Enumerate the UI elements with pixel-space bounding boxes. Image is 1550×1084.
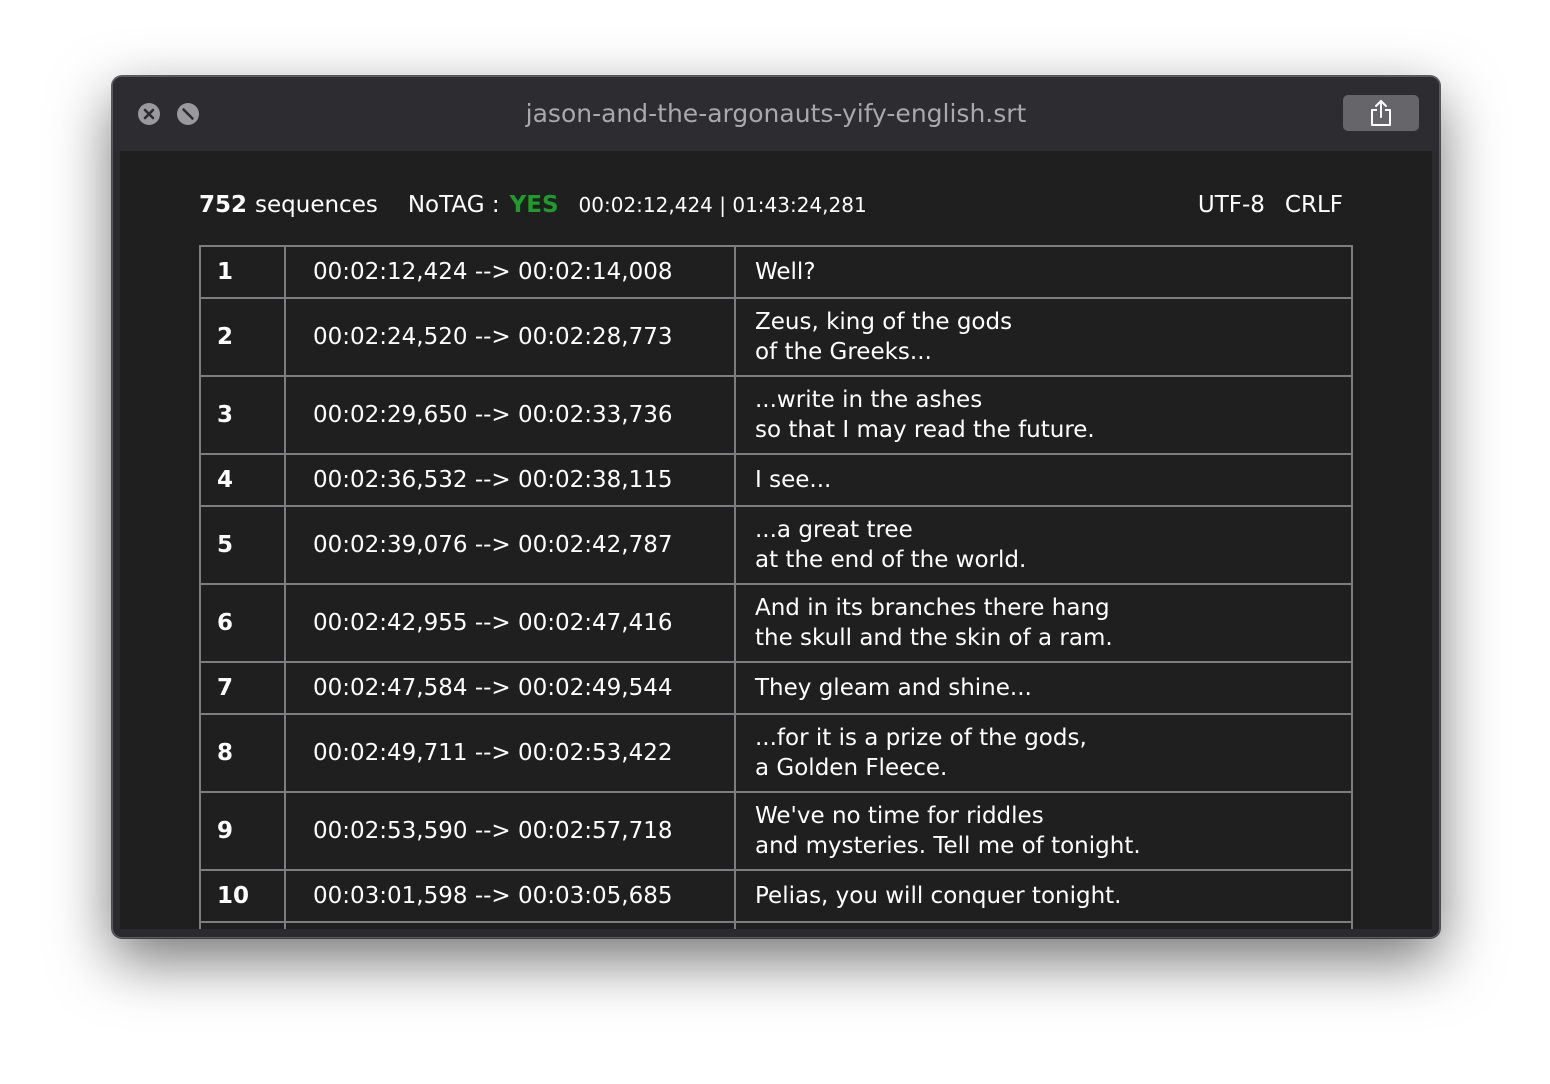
- time-range: 00:02:12,424 | 01:43:24,281: [578, 193, 867, 217]
- subtitle-text: ...a great tree at the end of the world.: [734, 505, 1353, 585]
- subtitle-text: Well?: [734, 245, 1353, 299]
- subtitle-line: so that I may read the future.: [755, 417, 1095, 443]
- table-row: 5 00:02:39,076 --> 00:02:42,787 ...a great…: [199, 505, 1353, 585]
- subtitle-line: ...write in the ashes: [755, 387, 983, 413]
- sequence-number: 6: [199, 583, 286, 663]
- window-title: jason-and-the-argonauts-yify-english.srt: [525, 99, 1027, 128]
- sequence-label: sequences: [255, 192, 378, 218]
- subtitle-line: at the end of the world.: [755, 547, 1027, 573]
- subtitle-text: I see...: [734, 453, 1353, 507]
- minimize-button[interactable]: [177, 103, 199, 125]
- sequence-number: 3: [199, 375, 286, 455]
- table-row: 1 00:02:12,424 --> 00:02:14,008 Well?: [199, 245, 1353, 299]
- subtitle-rows: 1 00:02:12,424 --> 00:02:14,008 Well? 2 00:0…: [199, 245, 1353, 929]
- close-button[interactable]: [138, 103, 160, 125]
- close-icon: [143, 108, 155, 120]
- subtitle-line: And in its branches there hang: [755, 595, 1110, 621]
- sequence-number: 2: [199, 297, 286, 377]
- title-bar[interactable]: jason-and-the-argonauts-yify-english.srt: [113, 77, 1439, 151]
- table-row: [199, 921, 1353, 929]
- subtitle-text: ...write in the ashes so that I may read …: [734, 375, 1353, 455]
- subtitle-line: We've no time for riddles: [755, 803, 1044, 829]
- info-bar: 752 sequences NoTAG : YES 00:02:12,424 |…: [199, 185, 1343, 225]
- subtitle-text: Zeus, king of the gods of the Greeks...: [734, 297, 1353, 377]
- notag-status: YES: [509, 192, 559, 218]
- subtitle-text: Pelias, you will conquer tonight.: [734, 869, 1353, 923]
- sequence-number: 10: [199, 869, 286, 923]
- subtitle-preview[interactable]: 752 sequences NoTAG : YES 00:02:12,424 |…: [120, 151, 1432, 929]
- timecode: 00:02:12,424 --> 00:02:14,008: [284, 245, 736, 299]
- sequence-number: 9: [199, 791, 286, 871]
- subtitle-text: They gleam and shine...: [734, 661, 1353, 715]
- sequence-number: 7: [199, 661, 286, 715]
- sequence-count: 752: [199, 192, 248, 218]
- subtitle-line: Zeus, king of the gods: [755, 309, 1013, 335]
- timecode: 00:02:29,650 --> 00:02:33,736: [284, 375, 736, 455]
- timecode: 00:02:42,955 --> 00:02:47,416: [284, 583, 736, 663]
- file-format-info: UTF-8 CRLF: [1198, 192, 1343, 218]
- timecode: 00:02:39,076 --> 00:02:42,787: [284, 505, 736, 585]
- timecode: 00:02:49,711 --> 00:02:53,422: [284, 713, 736, 793]
- subtitle-line: and mysteries. Tell me of tonight.: [755, 833, 1141, 859]
- table-row: 9 00:02:53,590 --> 00:02:57,718 We've no t…: [199, 791, 1353, 871]
- timecode: [284, 921, 736, 929]
- subtitle-line: ...a great tree: [755, 517, 913, 543]
- sequence-number: 1: [199, 245, 286, 299]
- timecode: 00:02:24,520 --> 00:02:28,773: [284, 297, 736, 377]
- table-row: 8 00:02:49,711 --> 00:02:53,422 ...for it …: [199, 713, 1353, 793]
- subtitle-text: We've no time for riddles and mysteries. …: [734, 791, 1353, 871]
- notag-label: NoTAG :: [407, 192, 500, 218]
- subtitle-text: [734, 921, 1353, 929]
- sequence-number: [199, 921, 286, 929]
- subtitle-line: Pelias, you will conquer tonight.: [755, 883, 1122, 909]
- subtitle-line: the skull and the skin of a ram.: [755, 625, 1113, 651]
- subtitle-line: They gleam and shine...: [755, 675, 1032, 701]
- table-row: 4 00:02:36,532 --> 00:02:38,115 I see...: [199, 453, 1353, 507]
- sequence-number: 4: [199, 453, 286, 507]
- table-row: 10 00:03:01,598 --> 00:03:05,685 Pelias, y…: [199, 869, 1353, 923]
- table-row: 2 00:02:24,520 --> 00:02:28,773 Zeus, king…: [199, 297, 1353, 377]
- share-icon: [1371, 100, 1391, 126]
- subtitle-text: And in its branches there hang the skull …: [734, 583, 1353, 663]
- encoding-label: UTF-8: [1197, 192, 1265, 218]
- table-row: 6 00:02:42,955 --> 00:02:47,416 And in its…: [199, 583, 1353, 663]
- subtitle-table: 1 00:02:12,424 --> 00:02:14,008 Well? 2 00:0…: [199, 245, 1353, 929]
- subtitle-line: of the Greeks...: [755, 339, 932, 365]
- sequence-number: 5: [199, 505, 286, 585]
- subtitle-line: Well?: [755, 259, 816, 285]
- timecode: 00:03:01,598 --> 00:03:05,685: [284, 869, 736, 923]
- minimize-icon: [182, 108, 194, 120]
- subtitle-line: ...for it is a prize of the gods,: [755, 725, 1087, 751]
- timecode: 00:02:36,532 --> 00:02:38,115: [284, 453, 736, 507]
- sequence-number: 8: [199, 713, 286, 793]
- subtitle-text: ...for it is a prize of the gods, a Golde…: [734, 713, 1353, 793]
- timecode: 00:02:53,590 --> 00:02:57,718: [284, 791, 736, 871]
- quicklook-window: jason-and-the-argonauts-yify-english.srt…: [112, 76, 1440, 938]
- timecode: 00:02:47,584 --> 00:02:49,544: [284, 661, 736, 715]
- subtitle-line: a Golden Fleece.: [755, 755, 948, 781]
- table-row: 7 00:02:47,584 --> 00:02:49,544 They gleam…: [199, 661, 1353, 715]
- share-button[interactable]: [1343, 95, 1419, 131]
- table-row: 3 00:02:29,650 --> 00:02:33,736 ...write i…: [199, 375, 1353, 455]
- subtitle-line: I see...: [755, 467, 832, 493]
- line-ending-label: CRLF: [1284, 192, 1343, 218]
